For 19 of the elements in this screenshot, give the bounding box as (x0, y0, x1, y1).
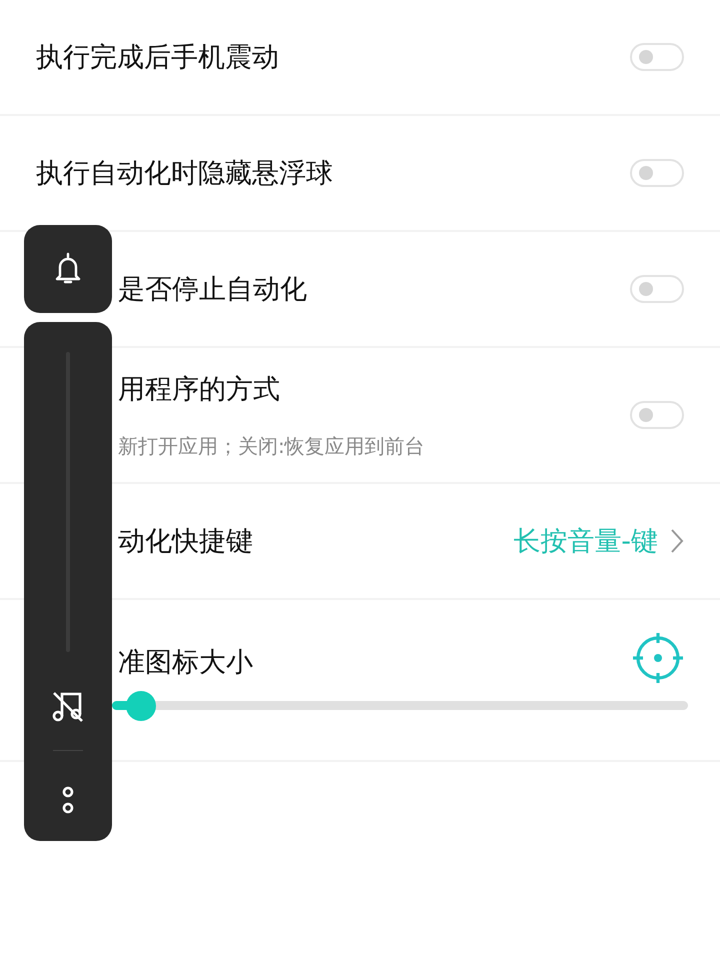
setting-label: 执行自动化时隐藏悬浮球 (36, 157, 334, 191)
toggle-switch[interactable] (630, 159, 684, 187)
setting-description: 新打开应用；关闭:恢复应用到前台 (118, 432, 426, 460)
setting-label: 执行完成后手机震动 (36, 41, 280, 75)
bell-icon[interactable] (53, 252, 83, 286)
setting-label: 是否停止自动化 (118, 273, 308, 307)
toggle-switch[interactable] (630, 275, 684, 303)
toggle-switch[interactable] (630, 43, 684, 71)
more-icon[interactable] (61, 785, 75, 815)
shortcut-value[interactable]: 长按音量-键 (513, 523, 658, 559)
notification-panel[interactable] (24, 225, 112, 313)
setting-label: 用程序的方式 (118, 372, 281, 406)
toggle-switch[interactable] (630, 401, 684, 429)
chevron-right-icon (670, 528, 684, 554)
size-slider[interactable] (112, 690, 688, 720)
setting-label: 动化快捷键 (118, 525, 254, 559)
crosshair-icon (632, 632, 684, 684)
muted-music-icon[interactable] (51, 690, 85, 722)
setting-label: 准图标大小 (118, 646, 254, 680)
